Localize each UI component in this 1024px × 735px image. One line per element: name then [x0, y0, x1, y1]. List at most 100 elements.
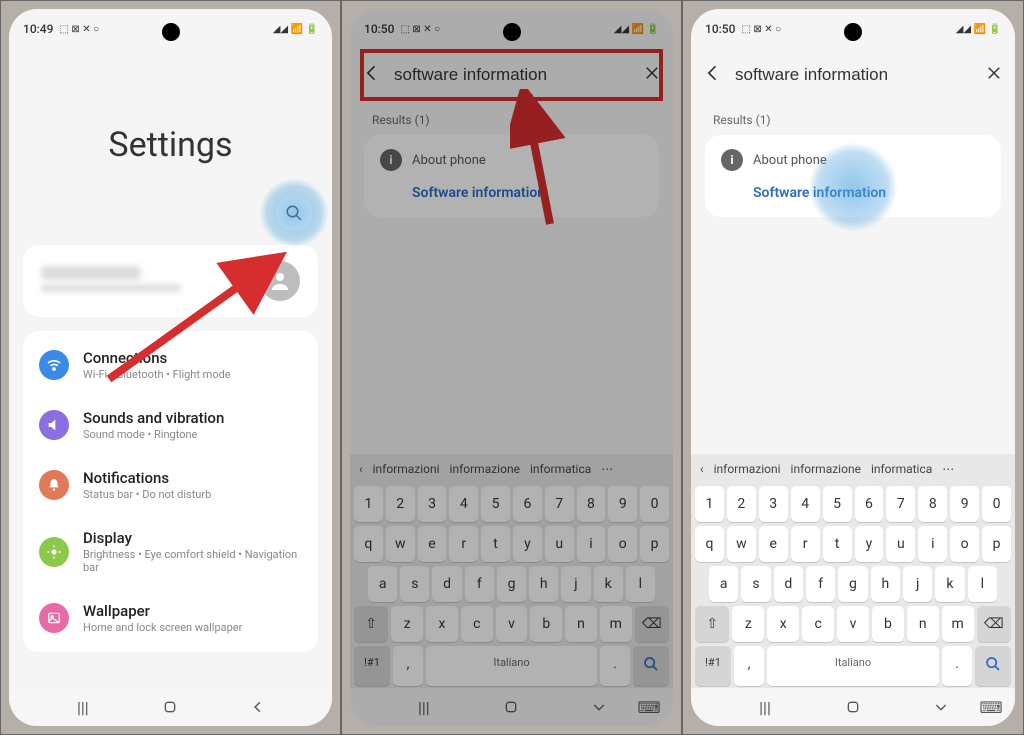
settings-item-wallpaper[interactable]: WallpaperHome and lock screen wallpaper [23, 588, 318, 648]
key-i[interactable]: i [577, 526, 606, 562]
backspace-key[interactable]: ⌫ [977, 606, 1011, 642]
key-2[interactable]: 2 [386, 486, 415, 522]
key-p[interactable]: p [982, 526, 1011, 562]
key-k[interactable]: k [594, 566, 623, 602]
key-7[interactable]: 7 [886, 486, 915, 522]
key-e[interactable]: e [418, 526, 447, 562]
key-1[interactable]: 1 [354, 486, 383, 522]
result-link[interactable]: Software information [721, 171, 985, 203]
key-r[interactable]: r [791, 526, 820, 562]
key-8[interactable]: 8 [918, 486, 947, 522]
key-c[interactable]: c [802, 606, 834, 642]
suggest-more[interactable]: ⋯ [598, 460, 616, 478]
key-0[interactable]: 0 [640, 486, 669, 522]
key-v[interactable]: v [496, 606, 528, 642]
key-1[interactable]: 1 [695, 486, 724, 522]
settings-item-sounds[interactable]: Sounds and vibrationSound mode • Rington… [23, 395, 318, 455]
key-3[interactable]: 3 [759, 486, 788, 522]
key-j[interactable]: j [561, 566, 590, 602]
key-d[interactable]: d [774, 566, 803, 602]
key-p[interactable]: p [640, 526, 669, 562]
key-t[interactable]: t [823, 526, 852, 562]
nav-home[interactable] [160, 697, 180, 717]
suggestion[interactable]: informazione [447, 460, 523, 478]
key-y[interactable]: y [513, 526, 542, 562]
key-f[interactable]: f [465, 566, 494, 602]
key-5[interactable]: 5 [823, 486, 852, 522]
suggest-back[interactable]: ‹ [697, 460, 707, 478]
account-card[interactable] [23, 245, 318, 317]
settings-item-notifications[interactable]: NotificationsStatus bar • Do not disturb [23, 455, 318, 515]
nav-recents[interactable]: ||| [73, 697, 93, 717]
nav-home[interactable] [843, 697, 863, 717]
nav-home[interactable] [501, 697, 521, 717]
key-h[interactable]: h [871, 566, 900, 602]
search-input[interactable] [392, 64, 633, 86]
key-n[interactable]: n [565, 606, 597, 642]
suggestion[interactable]: informazioni [370, 460, 443, 478]
space-key[interactable]: Italiano [426, 646, 597, 686]
key-c[interactable]: c [461, 606, 493, 642]
search-key[interactable] [633, 646, 669, 686]
key-f[interactable]: f [806, 566, 835, 602]
key-g[interactable]: g [497, 566, 526, 602]
clear-button[interactable] [985, 64, 1003, 86]
search-button[interactable] [276, 195, 312, 231]
key-k[interactable]: k [935, 566, 964, 602]
key-u[interactable]: u [886, 526, 915, 562]
settings-item-connections[interactable]: ConnectionsWi-Fi • Bluetooth • Flight mo… [23, 335, 318, 395]
key-x[interactable]: x [767, 606, 799, 642]
key-s[interactable]: s [400, 566, 429, 602]
key-m[interactable]: m [600, 606, 632, 642]
key-i[interactable]: i [918, 526, 947, 562]
key-m[interactable]: m [942, 606, 974, 642]
key-r[interactable]: r [449, 526, 478, 562]
key-x[interactable]: x [426, 606, 458, 642]
key-b[interactable]: b [872, 606, 904, 642]
key-3[interactable]: 3 [418, 486, 447, 522]
key-9[interactable]: 9 [950, 486, 979, 522]
suggestion[interactable]: informatica [527, 460, 594, 478]
backspace-key[interactable]: ⌫ [635, 606, 669, 642]
key-d[interactable]: d [432, 566, 461, 602]
key-l[interactable]: l [626, 566, 655, 602]
key-w[interactable]: w [386, 526, 415, 562]
period-key[interactable]: . [942, 646, 972, 686]
comma-key[interactable]: , [393, 646, 423, 686]
key-5[interactable]: 5 [481, 486, 510, 522]
key-8[interactable]: 8 [577, 486, 606, 522]
key-a[interactable]: a [709, 566, 738, 602]
nav-back[interactable] [248, 697, 268, 717]
key-j[interactable]: j [903, 566, 932, 602]
key-o[interactable]: o [608, 526, 637, 562]
key-y[interactable]: y [855, 526, 884, 562]
nav-recents[interactable]: ||| [755, 697, 775, 717]
settings-item-display[interactable]: DisplayBrightness • Eye comfort shield •… [23, 515, 318, 588]
nav-collapse[interactable] [931, 697, 951, 717]
result-card[interactable]: i About phone Software information [705, 135, 1001, 217]
back-button[interactable] [362, 63, 382, 87]
key-v[interactable]: v [837, 606, 869, 642]
key-w[interactable]: w [727, 526, 756, 562]
key-a[interactable]: a [368, 566, 397, 602]
key-2[interactable]: 2 [727, 486, 756, 522]
clear-button[interactable] [643, 64, 661, 86]
key-u[interactable]: u [545, 526, 574, 562]
back-button[interactable] [703, 63, 723, 87]
nav-keyboard-icon[interactable]: ⌨ [639, 697, 659, 717]
period-key[interactable]: . [600, 646, 630, 686]
comma-key[interactable]: , [734, 646, 764, 686]
suggestion[interactable]: informatica [868, 460, 935, 478]
key-z[interactable]: z [732, 606, 764, 642]
result-link[interactable]: Software information [380, 171, 643, 203]
search-input[interactable] [733, 64, 975, 86]
key-q[interactable]: q [695, 526, 724, 562]
shift-key[interactable]: ⇧ [354, 606, 388, 642]
key-t[interactable]: t [481, 526, 510, 562]
key-l[interactable]: l [968, 566, 997, 602]
key-s[interactable]: s [741, 566, 770, 602]
nav-keyboard-icon[interactable]: ⌨ [981, 697, 1001, 717]
key-7[interactable]: 7 [545, 486, 574, 522]
key-9[interactable]: 9 [608, 486, 637, 522]
key-q[interactable]: q [354, 526, 383, 562]
